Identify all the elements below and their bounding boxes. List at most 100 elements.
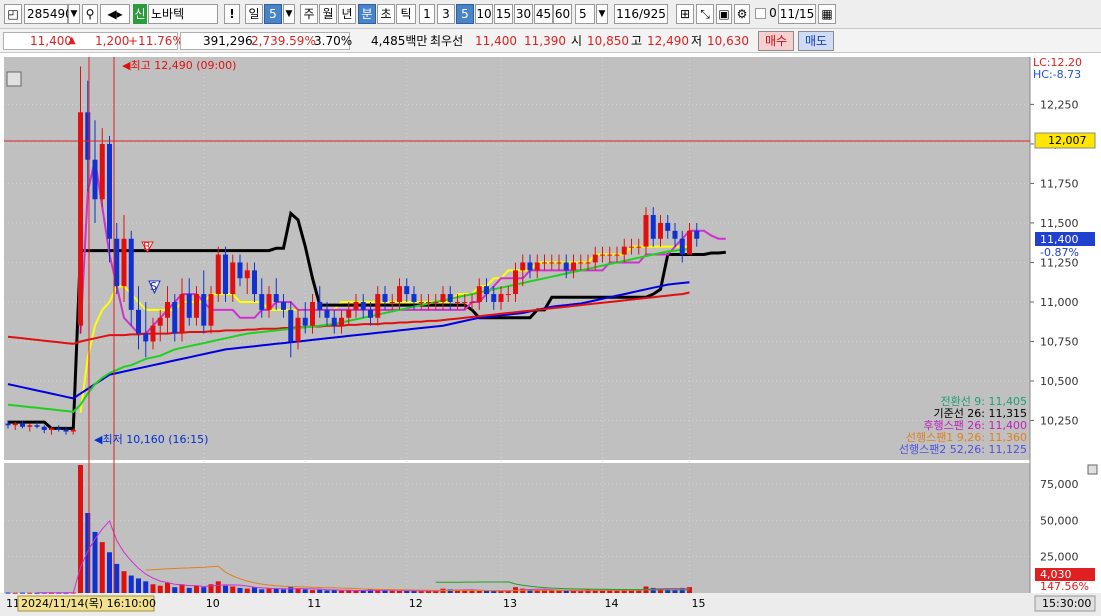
candle-body: [455, 301, 460, 303]
volume-bar: [397, 590, 402, 593]
gear-icon[interactable]: ⚙: [734, 4, 750, 24]
candle-body: [368, 309, 373, 318]
time-readout: 15:30:00: [1042, 597, 1091, 610]
candle-body: [237, 262, 243, 279]
candle-body: [389, 301, 395, 303]
period-week-button[interactable]: 주: [300, 4, 318, 24]
candle-body: [447, 294, 453, 302]
interval-30-button[interactable]: 30: [514, 4, 533, 24]
volume-bar: [389, 590, 395, 593]
candle-body: [614, 254, 620, 256]
volume-bar: [230, 586, 236, 593]
volume-bar: [353, 590, 359, 593]
crosshair-price: 12,007: [1048, 134, 1087, 147]
candle-body: [136, 309, 141, 334]
volume-bar: [237, 587, 243, 593]
volume-bar: [128, 575, 134, 593]
quote-bar: 11,400 ▲ 1,200 +11.76% 391,296 2,739.59%…: [0, 29, 1101, 53]
checkbox[interactable]: [755, 8, 766, 19]
volume-bar: [556, 590, 562, 593]
period-tick-button[interactable]: 틱: [396, 4, 416, 24]
candle-body: [491, 294, 497, 302]
volume-bar: [114, 563, 120, 593]
volume-pane[interactable]: [4, 463, 1030, 593]
prev-next-stock-icon[interactable]: ◀▸: [100, 4, 130, 24]
candle-body: [150, 325, 156, 342]
interval-5-button[interactable]: 5: [456, 4, 474, 24]
stock-code-dropdown-icon[interactable]: ▼: [68, 4, 80, 24]
candle-body: [63, 429, 69, 432]
interval-45-button[interactable]: 45: [534, 4, 553, 24]
candle-body: [186, 294, 192, 318]
period-minute-button[interactable]: 분: [358, 4, 376, 24]
candle-body: [92, 159, 98, 200]
candle-body: [469, 301, 475, 303]
interval-10-button[interactable]: 10: [475, 4, 493, 24]
volume-bar: [266, 588, 272, 593]
sell-button[interactable]: 매도: [798, 31, 834, 51]
candle-body: [128, 238, 134, 310]
candle-body: [165, 301, 170, 318]
save-icon[interactable]: ▣: [716, 4, 732, 24]
volume-bar: [563, 590, 569, 593]
candle-body: [5, 423, 11, 426]
pane-menu-icon[interactable]: [6, 71, 22, 87]
price-tick-label: 10,500: [1040, 375, 1079, 388]
candle-body: [179, 294, 185, 334]
candle-body: [694, 230, 700, 239]
volume-bar: [194, 585, 199, 593]
price-pane[interactable]: [4, 57, 1030, 460]
volume-bar: [614, 590, 620, 593]
candle-type-icon[interactable]: ⊞: [676, 4, 694, 24]
candle-body: [266, 294, 272, 310]
volume-bar: [607, 590, 613, 593]
volume-bar: [476, 590, 482, 593]
candle-body: [78, 112, 83, 326]
period-second-button[interactable]: 초: [377, 4, 395, 24]
interval-15-button[interactable]: 15: [494, 4, 513, 24]
price-tick-label: 10,750: [1040, 335, 1079, 348]
price-tick-label: 12,250: [1040, 98, 1079, 111]
candle-body: [542, 262, 547, 264]
high-marker-label: ◀최고 12,490 (09:00): [122, 59, 236, 72]
stock-code-input[interactable]: 285490: [24, 4, 73, 24]
period-day-button[interactable]: 일: [245, 4, 263, 24]
period-day-count[interactable]: 5: [264, 4, 282, 24]
current-price-label: 11,400: [1040, 233, 1079, 246]
candle-body: [34, 425, 40, 427]
volume-bar: [20, 592, 25, 594]
day-count-dropdown-icon[interactable]: ▼: [283, 4, 295, 24]
volume-bar: [107, 552, 112, 593]
interval-1-button[interactable]: 1: [419, 4, 435, 24]
stock-name-field[interactable]: 노바텍: [148, 4, 218, 24]
price-tick-label: 11,750: [1040, 177, 1079, 190]
search-icon[interactable]: ⚲: [82, 4, 98, 24]
volume-bar: [331, 590, 337, 593]
svg-text:S: S: [150, 280, 157, 293]
buy-button[interactable]: 매수: [758, 31, 794, 51]
volume-bar: [273, 588, 279, 593]
volume-ratio: 2,739.59%: [251, 34, 316, 48]
candle-body: [476, 286, 482, 302]
interval-input[interactable]: 5: [575, 4, 595, 24]
indicator-icon[interactable]: ⤡: [696, 4, 714, 24]
pane-close-icon[interactable]: [1087, 464, 1098, 475]
price-chart[interactable]: 12,25012,00011,75011,50011,25011,00010,7…: [0, 53, 1101, 616]
volume-bar: [382, 590, 388, 593]
checkbox-label: 0: [769, 6, 777, 20]
candle-body: [687, 230, 692, 255]
period-year-button[interactable]: 년: [338, 4, 356, 24]
interval-60-button[interactable]: 60: [553, 4, 572, 24]
alert-button[interactable]: !: [224, 4, 240, 24]
volume-tick-label: 25,000: [1040, 551, 1079, 564]
candle-body: [353, 301, 359, 310]
date-input[interactable]: 11/15: [778, 4, 816, 24]
chart-settings-icon[interactable]: ◰: [4, 4, 22, 24]
period-month-button[interactable]: 월: [319, 4, 337, 24]
volume-bar: [469, 590, 475, 593]
volume-bar: [121, 571, 127, 593]
calendar-icon[interactable]: ▦: [818, 4, 836, 24]
volume-bar: [157, 585, 163, 593]
interval-dropdown-icon[interactable]: ▼: [596, 4, 608, 24]
interval-3-button[interactable]: 3: [437, 4, 455, 24]
